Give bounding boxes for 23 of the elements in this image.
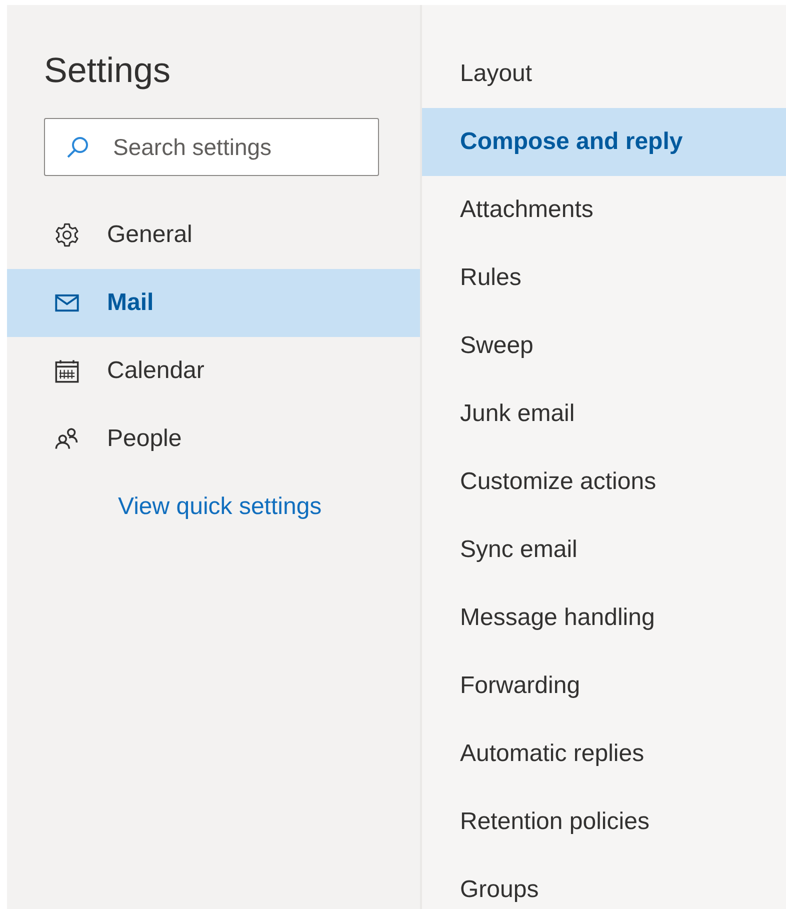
- quick-settings-link[interactable]: View quick settings: [118, 493, 322, 521]
- mail-settings-item[interactable]: Retention policies: [422, 788, 786, 856]
- mail-settings-item[interactable]: Rules: [422, 244, 786, 312]
- mail-settings-item[interactable]: Message handling: [422, 584, 786, 652]
- mail-settings-item[interactable]: Junk email: [422, 380, 786, 448]
- people-icon: [54, 426, 80, 452]
- mail-settings-item[interactable]: Layout: [422, 40, 786, 108]
- calendar-icon: [54, 358, 80, 384]
- mail-settings-item[interactable]: Attachments: [422, 176, 786, 244]
- nav-item[interactable]: People: [7, 405, 420, 473]
- settings-title: Settings: [43, 50, 172, 92]
- mail-settings-item[interactable]: Automatic replies: [422, 720, 786, 788]
- mail-settings-item[interactable]: Customize actions: [422, 448, 786, 516]
- mail-settings-item[interactable]: Sweep: [422, 312, 786, 380]
- gear-icon: [54, 222, 80, 248]
- nav-item[interactable]: Calendar: [7, 337, 420, 405]
- mail-settings-item[interactable]: Groups: [422, 856, 786, 909]
- mail-settings-item[interactable]: Forwarding: [422, 652, 786, 720]
- nav-item[interactable]: Mail: [7, 269, 420, 337]
- search-field[interactable]: Search settings: [44, 118, 379, 176]
- nav-item[interactable]: General: [7, 201, 420, 269]
- mail-settings-item[interactable]: Compose and reply: [422, 108, 786, 176]
- mail-settings-item[interactable]: Sync email: [422, 516, 786, 584]
